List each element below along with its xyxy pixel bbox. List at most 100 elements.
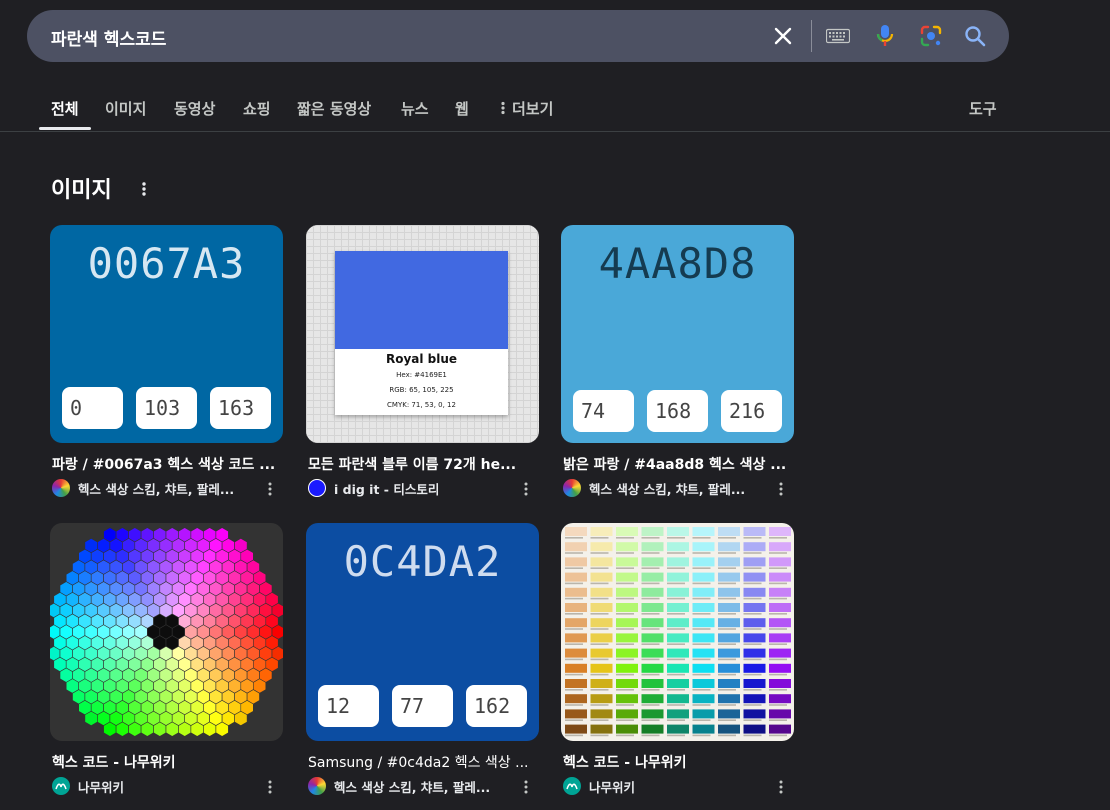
color-chip [769, 618, 791, 628]
result-title[interactable]: 헥스 코드 - 나무위키 [52, 752, 284, 772]
color-chip [743, 709, 766, 719]
result-title[interactable]: 모든 파란색 블루 이름 72개 he... [308, 454, 540, 474]
color-chip [718, 603, 740, 612]
result-title[interactable]: Samsung / #0c4da2 헥스 색상 ... [308, 752, 540, 772]
color-chip-caption [667, 537, 685, 539]
color-chip-caption [590, 673, 609, 676]
source-name: 헥스 색상 스킴, 챠트, 팔레... [589, 481, 746, 497]
color-chip [667, 724, 689, 734]
source-name: i dig it - 티스토리 [334, 481, 440, 497]
result-thumbnail[interactable]: 4AA8D8 74 168 216 [561, 225, 794, 443]
result-thumbnail[interactable]: 0067A3 0 103 163 [50, 225, 283, 443]
result-thumbnail[interactable]: Royal blue Hex: #4169E1 RGB: 65, 105, 22… [306, 225, 539, 443]
color-chip-caption [590, 689, 609, 691]
tab-all[interactable]: 전체 [51, 98, 79, 119]
color-chip [692, 587, 715, 597]
search-icon[interactable] [962, 23, 988, 49]
result-source[interactable]: 헥스 색상 스킴, 챠트, 팔레... [52, 478, 257, 498]
color-chip [590, 709, 613, 719]
result-source[interactable]: 나무위키 [563, 776, 768, 796]
result-thumbnail[interactable]: 0C4DA2 12 77 162 [306, 523, 539, 741]
color-chip-caption [743, 552, 762, 554]
color-chip-caption [590, 567, 609, 569]
color-chip [769, 572, 791, 582]
color-chip [667, 663, 689, 673]
result-title[interactable]: 헥스 코드 - 나무위키 [563, 752, 795, 772]
images-section-title: 이미지 [51, 178, 112, 203]
result-title[interactable]: 파랑 / #0067a3 헥스 색상 코드 ... [52, 454, 284, 474]
color-chip-caption [667, 613, 685, 615]
result-source[interactable]: 헥스 색상 스킴, 챠트, 팔레... [563, 478, 768, 498]
color-chip-caption [718, 704, 736, 706]
color-chip-caption [769, 719, 787, 721]
microphone-icon[interactable] [872, 23, 898, 49]
color-chip [692, 633, 715, 643]
color-chip-caption [692, 597, 711, 600]
result-source[interactable]: 헥스 색상 스킴, 챠트, 팔레... [308, 776, 513, 796]
color-chip [692, 572, 715, 582]
color-chip [616, 663, 638, 673]
color-chip [692, 724, 715, 734]
color-chip-caption [667, 719, 685, 721]
search-input[interactable]: 파란색 헥스코드 [51, 25, 166, 50]
color-chip [565, 724, 587, 734]
color-chip [641, 724, 664, 734]
clear-icon[interactable] [770, 23, 796, 49]
result-title[interactable]: 밝은 파랑 / #4aa8d8 헥스 색상 ... [563, 454, 795, 474]
color-chip [692, 663, 715, 673]
tab-shopping[interactable]: 쇼핑 [243, 98, 271, 119]
more-options-icon[interactable] [263, 778, 277, 796]
more-options-icon[interactable] [263, 480, 277, 498]
color-chip [743, 542, 766, 552]
rgb-blue-value: 162 [466, 685, 527, 727]
color-chip [616, 587, 638, 597]
color-chip-caption [590, 719, 609, 721]
more-options-icon[interactable] [519, 778, 533, 796]
tab-news[interactable]: 뉴스 [401, 98, 429, 119]
more-options-icon[interactable] [774, 480, 788, 498]
color-chip-caption [692, 552, 711, 554]
color-chip [667, 709, 689, 719]
color-chip-caption [769, 552, 787, 554]
result-source[interactable]: i dig it - 티스토리 [308, 478, 513, 498]
color-chip [590, 557, 613, 567]
tab-more-label: 더보기 [512, 100, 554, 118]
keyboard-icon[interactable] [825, 23, 851, 49]
hex-code-text: 0067A3 [87, 239, 246, 288]
color-chip-caption [769, 613, 787, 615]
color-chip-caption [718, 643, 736, 645]
color-chip [641, 648, 664, 658]
more-options-icon[interactable] [519, 480, 533, 498]
tab-videos[interactable]: 동영상 [174, 98, 215, 119]
color-chip [769, 603, 791, 612]
color-chip [641, 694, 664, 704]
tools-button[interactable]: 도구 [969, 98, 997, 119]
color-chip [641, 679, 664, 688]
result-thumbnail[interactable] [561, 523, 794, 741]
color-chip [590, 679, 613, 688]
color-chip-caption [590, 552, 609, 554]
lens-camera-icon[interactable] [918, 23, 944, 49]
tab-images[interactable]: 이미지 [105, 98, 146, 119]
color-chip-caption [641, 552, 660, 554]
color-chip [667, 618, 689, 628]
swatch-color-name: Royal blue [385, 352, 458, 366]
tab-short-videos[interactable]: 짧은 동영상 [297, 98, 371, 119]
tab-web[interactable]: 웹 [455, 98, 469, 119]
color-chip [590, 587, 613, 597]
result-thumbnail[interactable] [50, 523, 283, 741]
color-chip [769, 694, 791, 704]
tab-more[interactable]: 더보기 [500, 98, 553, 119]
color-chart-image [565, 527, 791, 737]
color-chip [692, 618, 715, 628]
search-bar[interactable]: 파란색 헥스코드 [27, 10, 1009, 62]
color-chip [590, 694, 613, 704]
color-chip [718, 542, 740, 552]
more-options-icon[interactable] [774, 778, 788, 796]
color-chip [616, 633, 638, 643]
section-more-icon[interactable] [137, 180, 151, 198]
result-source[interactable]: 나무위키 [52, 776, 257, 796]
search-tabs: 전체 이미지 동영상 쇼핑 짧은 동영상 뉴스 웹 더보기 도구 [0, 84, 1110, 132]
color-chip-caption [616, 567, 634, 569]
namuwiki-favicon-icon [563, 777, 581, 795]
